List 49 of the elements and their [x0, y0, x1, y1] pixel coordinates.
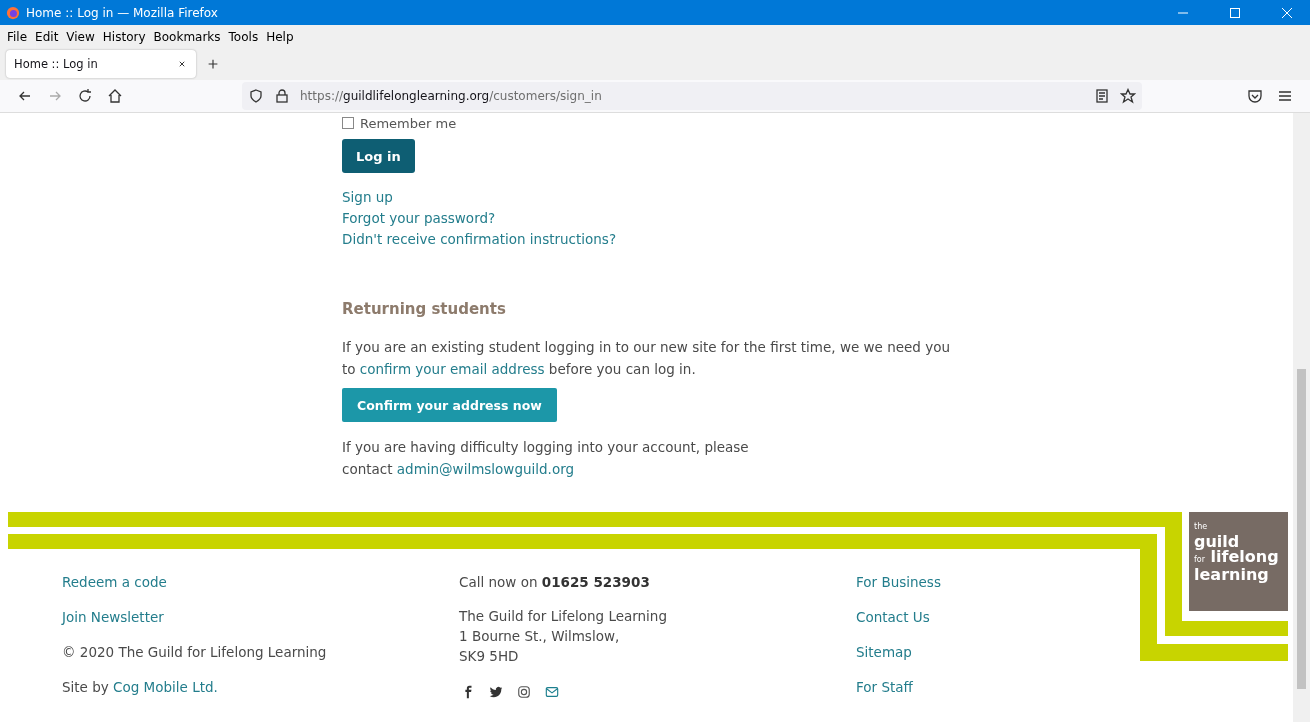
remember-label: Remember me	[360, 115, 457, 131]
scrollbar[interactable]	[1293, 113, 1310, 722]
window-title: Home :: Log in — Mozilla Firefox	[26, 5, 219, 20]
account-link[interactable]: Sign up	[342, 187, 393, 208]
menu-item[interactable]: Tools	[224, 29, 263, 44]
remember-checkbox[interactable]	[342, 117, 354, 129]
menu-item[interactable]: History	[98, 29, 150, 44]
login-button[interactable]: Log in	[342, 139, 415, 173]
twitter-icon[interactable]	[489, 685, 503, 699]
menu-item[interactable]: View	[62, 29, 99, 44]
shield-icon[interactable]	[248, 88, 264, 104]
menu-item[interactable]: Bookmarks	[149, 29, 225, 44]
guild-logo[interactable]: the guild for lifelong learning	[1189, 512, 1288, 611]
email-link[interactable]: admin@wilmslowguild.org	[396, 461, 575, 477]
help-paragraph: If you are having difficulty logging into your account, please contact admin@wilmslowguild.org	[342, 438, 750, 479]
plus-icon[interactable]	[206, 57, 220, 71]
phone-text: Call now on 01625 523903	[459, 573, 651, 592]
home-icon[interactable]	[107, 88, 123, 104]
menu-item[interactable]: Edit	[31, 29, 63, 44]
menu-item[interactable]: Help	[262, 29, 298, 44]
footer-link[interactable]: Redeem a code	[62, 571, 167, 593]
postal-address: The Guild for Lifelong Learning 1 Bourne St., Wilmslow, SK9 5HD	[459, 607, 668, 666]
envelope-icon[interactable]	[545, 685, 559, 699]
account-link[interactable]: Didn't receive confirmation instructions?	[342, 229, 617, 250]
menu-icon[interactable]	[1277, 88, 1293, 104]
section-heading: Returning students	[342, 300, 507, 318]
firefox-logo-icon	[6, 5, 20, 20]
maximize-icon[interactable]	[1230, 7, 1240, 18]
confirm-email-link[interactable]: confirm your email address	[359, 361, 545, 377]
footer-link[interactable]: Contact Us	[856, 606, 930, 628]
footer-link[interactable]: Sitemap	[856, 641, 912, 663]
reader-view-icon[interactable]	[1094, 88, 1110, 104]
confirm-address-button[interactable]: Confirm your address now	[342, 388, 557, 422]
browser-tab[interactable]: Home :: Log in	[6, 50, 196, 78]
copyright-text: © 2020 The Guild for Lifelong Learning	[62, 643, 328, 662]
footer-link[interactable]: For Staff	[856, 676, 913, 698]
footer-link[interactable]: For Business	[856, 571, 941, 593]
info-paragraph: If you are an existing student logging in to our new site for the first time, we we need you to confirm your email address before you can log in.	[342, 338, 951, 379]
footer-link[interactable]: Join Newsletter	[62, 606, 164, 628]
instagram-icon[interactable]	[517, 685, 531, 699]
account-link[interactable]: Forgot your password?	[342, 208, 496, 229]
credit-link[interactable]: Cog Mobile Ltd.	[113, 679, 218, 695]
pocket-icon[interactable]	[1247, 88, 1263, 104]
lock-icon[interactable]	[274, 88, 290, 104]
reload-icon[interactable]	[77, 88, 93, 104]
star-icon[interactable]	[1120, 88, 1136, 104]
menu-item[interactable]: File	[3, 29, 32, 44]
address-bar[interactable]: https://guildlifelonglearning.org/customers/sign_in	[242, 82, 1142, 110]
credit-text: Site by Cog Mobile Ltd.	[62, 678, 219, 697]
